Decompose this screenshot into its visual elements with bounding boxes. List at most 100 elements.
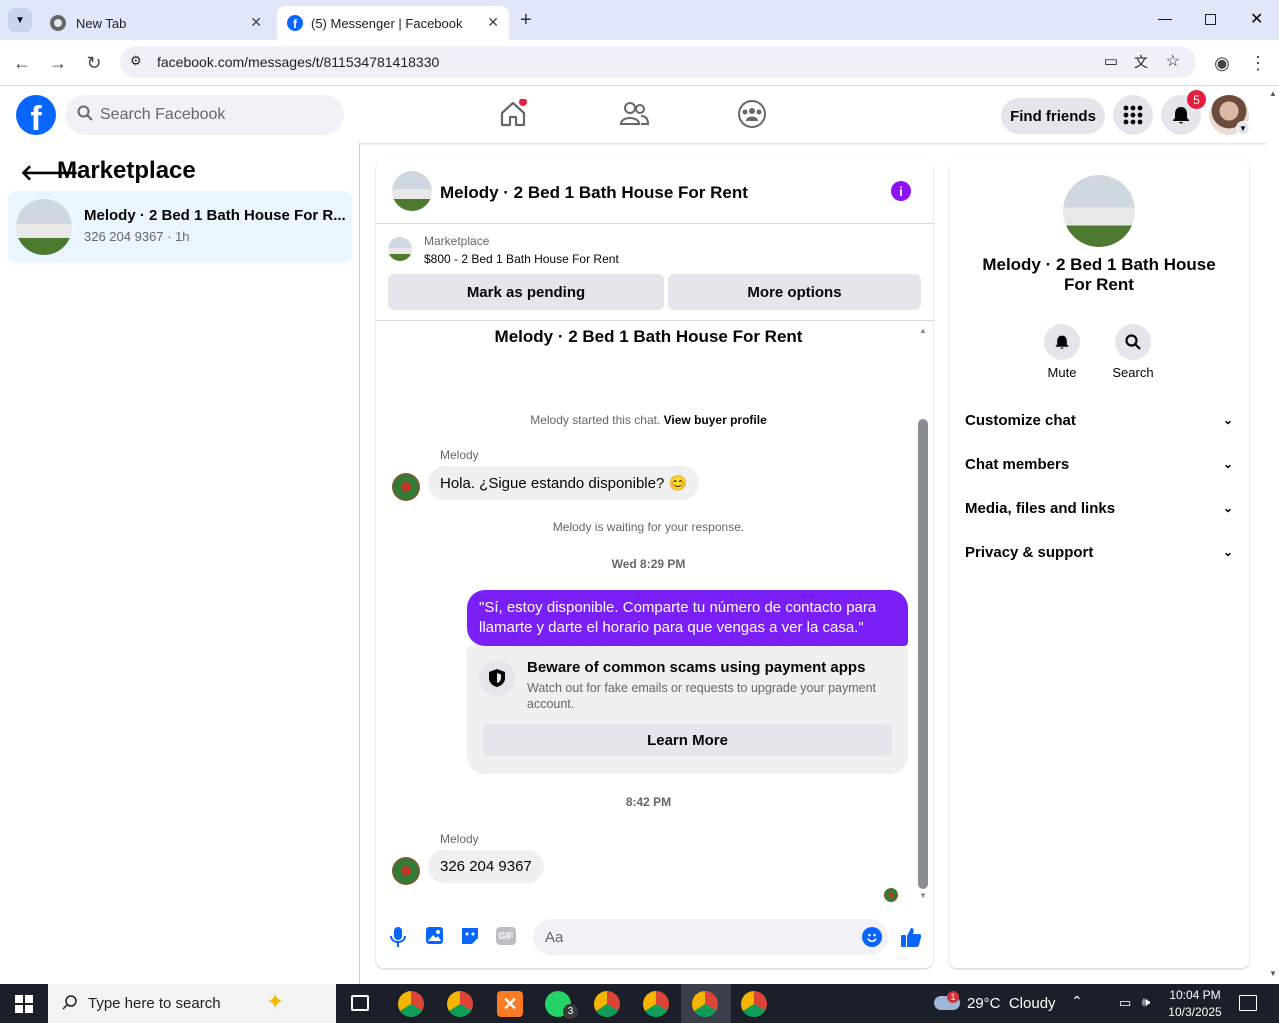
clock-date[interactable]: 10/3/2025 (1166, 1005, 1224, 1019)
home-icon[interactable] (498, 98, 528, 129)
more-options-button[interactable]: More options (668, 274, 921, 310)
account-chevron-icon[interactable]: ▼ (1236, 121, 1250, 135)
chrome-profile-icon[interactable] (398, 991, 424, 1017)
whatsapp-badge: 3 (563, 1004, 578, 1019)
notification-center-icon[interactable] (1239, 995, 1257, 1011)
scroll-down-icon[interactable]: ▼ (1269, 969, 1277, 978)
chrome-profile-icon[interactable] (643, 991, 669, 1017)
chevron-down-icon: ⌄ (1222, 457, 1233, 471)
listing-price[interactable]: $800 - 2 Bed 1 Bath House For Rent (424, 252, 619, 266)
outgoing-message[interactable]: "Sí, estoy disponible. Comparte tu númer… (467, 590, 908, 646)
url-field[interactable]: ⚙ facebook.com/messages/t/81153478141833… (120, 46, 1196, 78)
section-label: Privacy & support (965, 543, 1094, 561)
view-buyer-profile-link[interactable]: View buyer profile (664, 413, 767, 427)
tab-messenger[interactable]: f (5) Messenger | Facebook ✕ (277, 6, 509, 40)
install-app-icon[interactable]: ▭ (1104, 52, 1118, 70)
sender-name: Melody (440, 832, 479, 846)
volume-icon[interactable]: 🕪 (1142, 994, 1150, 1010)
scam-warning-card: Beware of common scams using payment app… (467, 646, 908, 774)
friends-icon[interactable] (619, 99, 650, 129)
browser-tab-bar: ▼ New Tab ✕ f (5) Messenger | Facebook ✕… (0, 0, 1279, 40)
scroll-up-icon[interactable]: ▲ (1269, 89, 1277, 98)
mark-as-pending-button[interactable]: Mark as pending (388, 274, 664, 310)
scrollbar-thumb[interactable] (918, 419, 928, 889)
scroll-down-icon[interactable]: ▼ (919, 891, 927, 900)
media-files-links-section[interactable]: Media, files and links ⌄ (965, 490, 1233, 526)
bookmark-star-icon[interactable]: ☆ (1166, 51, 1180, 71)
photo-icon[interactable] (424, 926, 444, 951)
mute-label: Mute (1047, 365, 1077, 380)
weather-text[interactable]: 29°C Cloudy (967, 995, 1056, 1012)
search-icon (1125, 334, 1141, 350)
taskbar-search-input[interactable]: Type here to search ✦ (48, 984, 336, 1023)
new-tab-icon[interactable]: + (520, 9, 532, 32)
back-icon[interactable]: ← (10, 51, 34, 75)
xampp-icon[interactable]: ✕ (497, 991, 523, 1017)
conversation-item[interactable]: Melody · 2 Bed 1 Bath House For R... 326… (8, 191, 352, 263)
message-input[interactable]: Aa (533, 919, 888, 955)
page-scrollbar[interactable]: ▲ ▼ (1267, 87, 1279, 984)
site-info-icon[interactable]: ⚙ (130, 53, 142, 69)
minimize-icon[interactable]: — (1158, 10, 1172, 26)
read-receipt-avatar (884, 888, 898, 902)
forward-icon[interactable]: → (46, 51, 70, 75)
chrome-icon[interactable] (447, 991, 473, 1017)
sender-avatar[interactable] (392, 857, 420, 885)
chrome-profile-icon[interactable] (741, 991, 767, 1017)
chat-members-section[interactable]: Chat members ⌄ (965, 446, 1233, 482)
like-thumbs-up-icon[interactable] (900, 926, 922, 953)
menu-kebab-icon[interactable]: ⋮ (1246, 51, 1270, 75)
waiting-notice: Melody is waiting for your response. (552, 520, 745, 534)
translate-icon[interactable]: 文 (1134, 52, 1148, 72)
close-tab-icon[interactable]: ✕ (487, 14, 499, 31)
sender-name: Melody (440, 448, 479, 462)
section-label: Customize chat (965, 411, 1076, 429)
grid-icon (1123, 105, 1143, 125)
profile-icon[interactable]: ◉ (1210, 51, 1234, 75)
conversation-name: Melody · 2 Bed 1 Bath House For R... (84, 207, 346, 224)
sticker-icon[interactable] (460, 926, 480, 951)
microphone-icon[interactable] (390, 926, 406, 953)
privacy-support-section[interactable]: Privacy & support ⌄ (965, 534, 1233, 570)
reload-icon[interactable]: ↻ (82, 51, 106, 75)
info-icon[interactable]: i (891, 181, 911, 201)
mute-button[interactable] (1044, 324, 1080, 360)
incoming-message[interactable]: Hola. ¿Sigue estando disponible? 😊 (428, 466, 700, 500)
chevron-down-icon: ⌄ (1222, 501, 1233, 515)
search-facebook-input[interactable]: Search Facebook (65, 95, 344, 135)
customize-chat-section[interactable]: Customize chat ⌄ (965, 402, 1233, 438)
sender-avatar[interactable] (392, 473, 420, 501)
listing-small-thumbnail[interactable] (388, 237, 412, 261)
chrome-profile-icon[interactable] (594, 991, 620, 1017)
restore-icon[interactable] (1205, 14, 1216, 25)
task-view-icon[interactable] (351, 995, 369, 1011)
search-icon (62, 994, 78, 1014)
close-window-icon[interactable]: ✕ (1250, 9, 1263, 29)
tray-chevron-icon[interactable]: ⌃ (1071, 993, 1083, 1010)
groups-icon[interactable] (737, 99, 767, 129)
facebook-icon: f (287, 15, 303, 31)
windows-start-icon[interactable] (15, 995, 33, 1013)
tab-search-button[interactable]: ▼ (8, 8, 32, 32)
learn-more-button[interactable]: Learn More (483, 724, 892, 756)
search-chat-button[interactable] (1115, 324, 1151, 360)
section-label: Chat members (965, 455, 1070, 473)
find-friends-button[interactable]: Find friends (1001, 98, 1105, 134)
chat-title[interactable]: Melody · 2 Bed 1 Bath House For Rent (440, 183, 748, 203)
facebook-logo-icon[interactable]: f (16, 95, 56, 135)
menu-grid-button[interactable] (1113, 95, 1153, 135)
gif-icon[interactable]: GIF (496, 927, 516, 945)
timestamp: 8:42 PM (625, 795, 672, 809)
chat-avatar[interactable] (392, 171, 432, 211)
info-avatar[interactable] (1063, 175, 1135, 247)
chevron-down-icon: ⌄ (1222, 413, 1233, 427)
chrome-icon (50, 15, 66, 31)
incoming-message[interactable]: 326 204 9367 (428, 850, 544, 883)
tab-new-tab[interactable]: New Tab ✕ (38, 6, 272, 40)
scroll-up-icon[interactable]: ▲ (919, 326, 927, 335)
clock-time[interactable]: 10:04 PM (1168, 988, 1222, 1002)
network-icon[interactable]: ▭ (1119, 995, 1131, 1011)
emoji-icon[interactable] (862, 927, 882, 947)
chrome-profile-icon[interactable] (692, 991, 718, 1017)
close-tab-icon[interactable]: ✕ (250, 14, 262, 31)
